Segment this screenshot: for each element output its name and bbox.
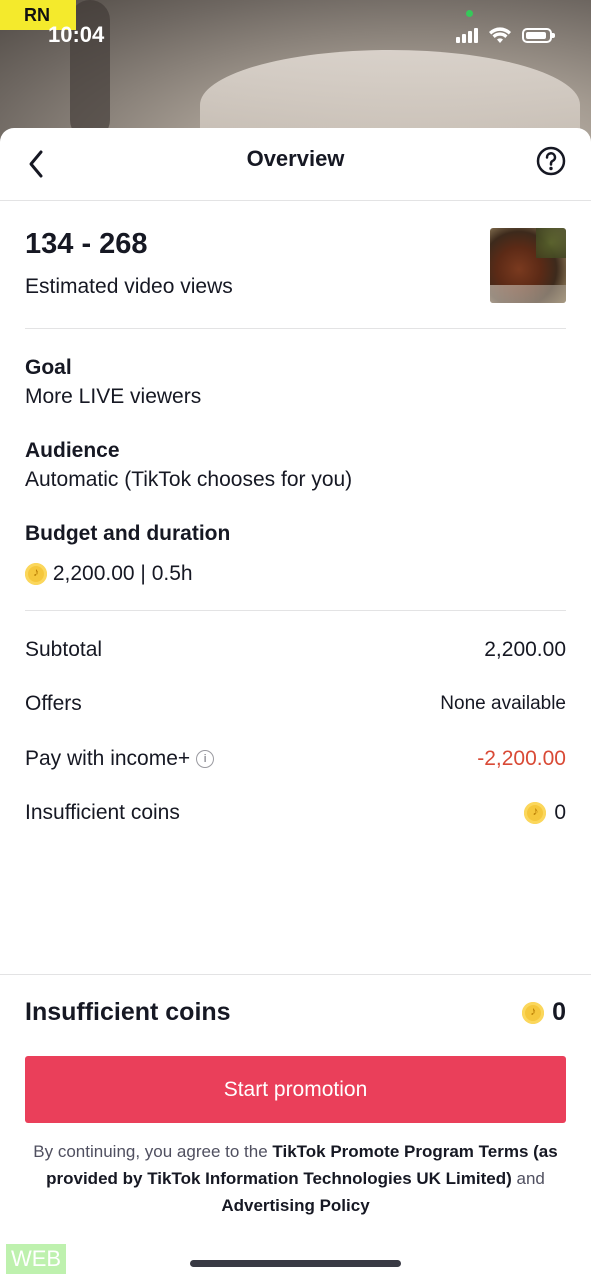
coin-icon — [522, 1002, 545, 1025]
footer-balance: Insufficient coins 0 — [25, 998, 566, 1027]
info-icon[interactable]: i — [196, 750, 215, 769]
terms-prefix: By continuing, you agree to the — [33, 1142, 273, 1161]
budget-value: 2,200.00 | 0.5h — [25, 562, 193, 586]
goal-value: More LIVE viewers — [25, 385, 202, 408]
start-promotion-button[interactable]: Start promotion — [25, 1056, 566, 1123]
audience-label: Audience — [25, 439, 120, 462]
budget-amount: 2,200.00 | 0.5h — [52, 562, 193, 585]
insufficient-label: Insufficient coins — [25, 801, 180, 824]
subtotal-row: Subtotal 2,200.00 — [25, 638, 566, 662]
divider — [25, 610, 566, 611]
income-label: Pay with income+ — [25, 747, 191, 770]
footer-insufficient-label: Insufficient coins — [25, 998, 231, 1026]
background-shadow — [70, 0, 110, 140]
insufficient-value: 0 — [554, 801, 566, 824]
status-icons — [456, 26, 555, 44]
budget-label: Budget and duration — [25, 522, 231, 545]
footer-insufficient-value-wrap: 0 — [522, 998, 566, 1027]
page-title: Overview — [246, 146, 345, 171]
goal-label: Goal — [25, 356, 72, 379]
estimated-views-label: Estimated video views — [25, 275, 233, 298]
thumbnail-leaves — [536, 228, 566, 258]
subtotal-label: Subtotal — [25, 638, 103, 661]
status-time: 10:04 — [48, 22, 105, 47]
thumbnail-floor — [490, 285, 566, 303]
video-thumbnail[interactable] — [490, 228, 566, 303]
offers-row[interactable]: Offers None available — [25, 692, 566, 716]
estimated-views-range: 134 - 268 — [25, 228, 148, 260]
nav-bar: Overview — [0, 128, 591, 201]
privacy-indicator-dot — [466, 10, 473, 17]
income-label-wrap: Pay with income+ i — [25, 747, 215, 771]
web-badge: WEB — [6, 1244, 66, 1274]
estimate-section: 134 - 268 Estimated video views — [25, 228, 566, 299]
insufficient-row: Insufficient coins 0 — [25, 801, 566, 825]
audience-value: Automatic (TikTok chooses for you) — [25, 468, 353, 491]
coin-icon — [524, 802, 547, 825]
footer-insufficient-value: 0 — [552, 998, 566, 1026]
income-row: Pay with income+ i -2,200.00 — [25, 747, 566, 771]
offers-label: Offers — [25, 692, 82, 715]
terms-text: By continuing, you agree to the TikTok P… — [25, 1138, 566, 1219]
subtotal-value: 2,200.00 — [484, 638, 566, 661]
offers-value: None available — [440, 693, 566, 714]
advertising-policy-link[interactable]: Advertising Policy — [221, 1196, 369, 1215]
terms-and: and — [511, 1169, 545, 1188]
overview-sheet: Overview 134 - 268 Estimated video views… — [0, 128, 591, 1280]
cellular-signal-icon — [456, 27, 478, 43]
insufficient-value-wrap: 0 — [524, 801, 566, 825]
help-question-icon[interactable] — [536, 146, 566, 176]
home-indicator[interactable] — [190, 1260, 401, 1267]
footer-divider — [0, 974, 591, 975]
wifi-icon — [489, 27, 511, 43]
coin-icon — [25, 563, 47, 586]
divider — [25, 328, 566, 329]
income-value: -2,200.00 — [477, 747, 566, 770]
battery-icon — [522, 27, 555, 43]
